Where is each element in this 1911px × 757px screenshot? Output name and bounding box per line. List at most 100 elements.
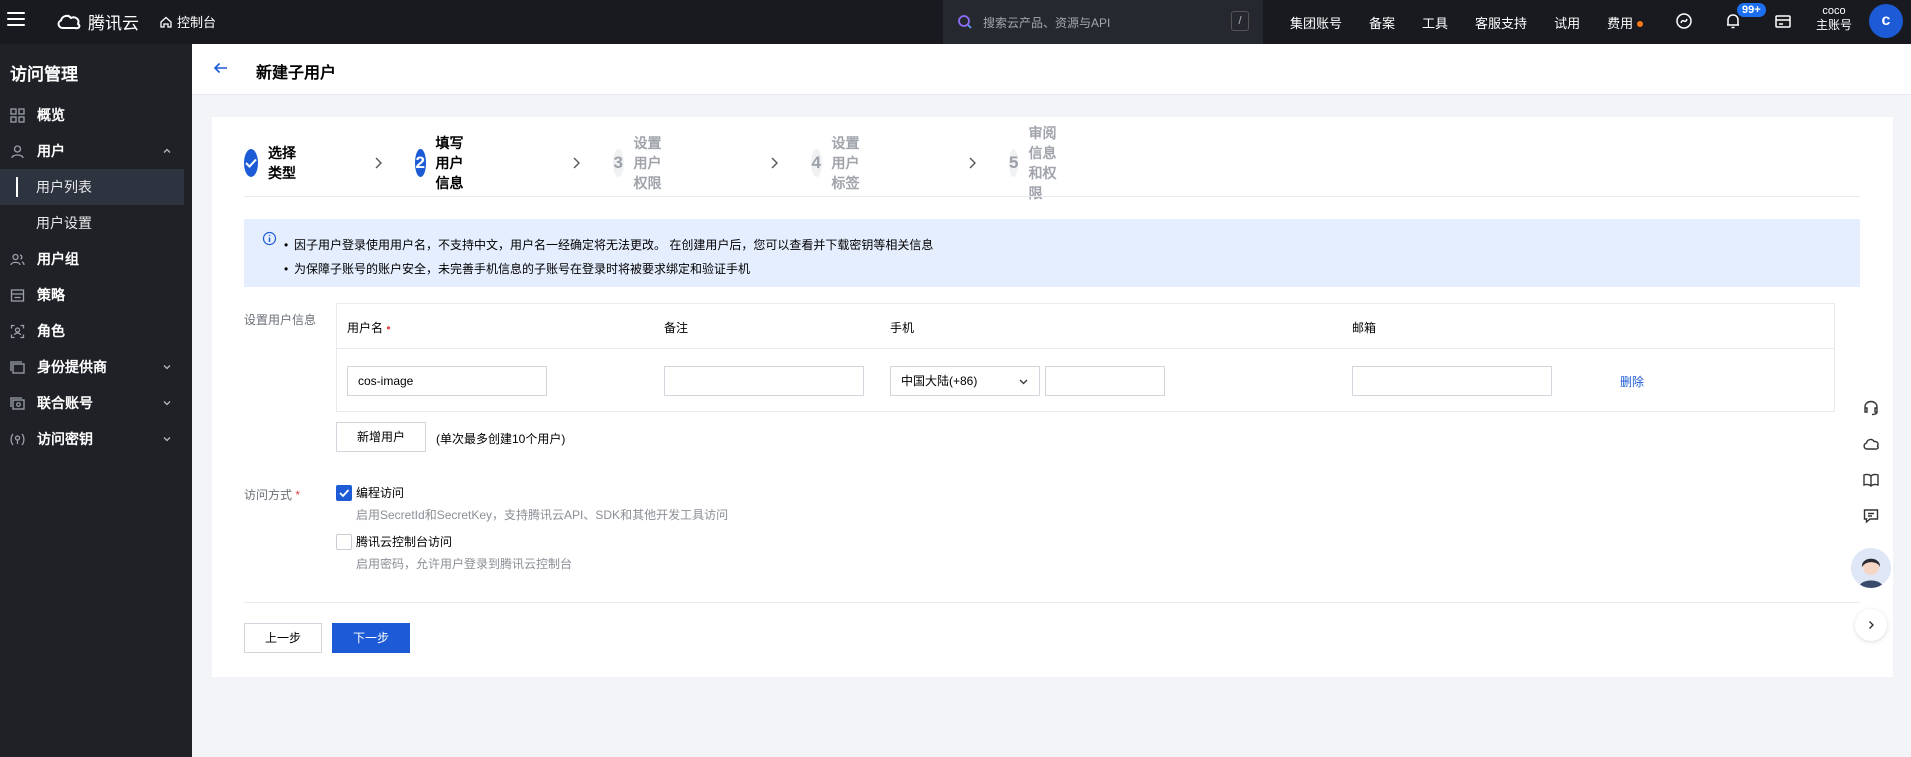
sidebar-item-user-settings[interactable]: 用户设置 xyxy=(0,205,192,241)
user-table: 用户名 • 备注 手机 邮箱 cos-image 中国大陆(+86) 删除 xyxy=(336,303,1835,412)
info-icon xyxy=(262,231,277,246)
sidebar-item-label: 用户列表 xyxy=(36,179,92,195)
sidebar-item-label: 身份提供商 xyxy=(37,359,107,375)
required-mark: • xyxy=(383,321,391,335)
sidebar-item-label: 联合账号 xyxy=(37,395,93,411)
info-text: 为保障子账号的账户安全，未完善手机信息的子账号在登录时将被要求绑定和验证手机 xyxy=(294,262,751,276)
sidebar-item-label: 概览 xyxy=(37,107,65,123)
console-access-checkbox[interactable] xyxy=(336,534,352,550)
phone-region-select[interactable]: 中国大陆(+86) xyxy=(890,366,1040,396)
avatar[interactable]: c xyxy=(1869,4,1903,38)
sidebar-item-role[interactable]: 角色 xyxy=(0,313,192,349)
email-input[interactable] xyxy=(1352,366,1552,396)
step-number: 2 xyxy=(415,149,426,177)
sidebar-item-federation[interactable]: 联合账号 xyxy=(0,385,192,421)
assistant-avatar[interactable] xyxy=(1851,548,1891,588)
console-label: 控制台 xyxy=(177,15,217,30)
programmatic-access-checkbox[interactable] xyxy=(336,485,352,501)
account-info[interactable]: coco 主账号 xyxy=(1816,4,1852,32)
headset-icon xyxy=(1864,400,1878,416)
grid-icon xyxy=(10,107,25,123)
divider xyxy=(244,602,1860,603)
user-icon xyxy=(11,144,24,158)
customer-service-button[interactable] xyxy=(1850,390,1892,426)
step-label: 设置用户标签 xyxy=(831,135,860,191)
sidebar-item-label: 用户设置 xyxy=(36,215,92,231)
sidebar-item-label: 策略 xyxy=(37,287,65,303)
phone-input[interactable] xyxy=(1045,366,1165,396)
notification-badge: 99+ xyxy=(1737,3,1766,17)
menu-icon[interactable] xyxy=(7,12,25,26)
console-access-label[interactable]: 腾讯云控制台访问 xyxy=(356,533,452,550)
nav-group-account[interactable]: 集团账号 xyxy=(1290,13,1342,32)
nav-tools[interactable]: 工具 xyxy=(1422,13,1448,32)
account-name: coco xyxy=(1822,5,1846,17)
nav-billing-label: 费用 xyxy=(1607,15,1634,31)
user-info-label: 设置用户信息 xyxy=(244,313,317,327)
nav-billing[interactable]: 费用 xyxy=(1607,13,1644,32)
sidebar-item-label: 用户组 xyxy=(37,251,79,267)
column-username: 用户名 • xyxy=(347,319,391,336)
sidebar-item-user-list[interactable]: 用户列表 xyxy=(0,169,184,205)
step-1: 选择类型 xyxy=(244,145,296,181)
nav-beian[interactable]: 备案 xyxy=(1369,13,1395,32)
content-card: 选择类型 2 填写用户信息 3 设置用户权限 4 设置用户标签 5 审阅信息和权… xyxy=(212,117,1893,677)
info-text: 因子用户登录使用用户名，不支持中文，用户名一经确定将无法更改。 在创建用户后，您… xyxy=(294,238,934,252)
brand-logo[interactable]: 腾讯云 xyxy=(56,9,139,34)
sidebar-item-policy[interactable]: 策略 xyxy=(0,277,192,313)
next-step-button[interactable]: 下一步 xyxy=(332,623,410,653)
top-nav: 集团账号 备案 工具 客服支持 试用 费用 xyxy=(1290,0,1670,44)
delete-row-link[interactable]: 删除 xyxy=(1620,373,1644,390)
add-user-hint: (单次最多创建10个用户) xyxy=(436,432,566,446)
federation-icon xyxy=(10,396,25,410)
book-icon xyxy=(1863,473,1879,487)
chevron-down-icon xyxy=(163,365,171,370)
chevron-right-icon xyxy=(771,157,778,169)
remark-input[interactable] xyxy=(664,366,864,396)
search-icon xyxy=(958,15,972,29)
column-phone: 手机 xyxy=(890,321,915,335)
sidebar-item-overview[interactable]: 概览 xyxy=(0,97,192,133)
step-label: 填写用户信息 xyxy=(435,135,464,191)
role-icon xyxy=(10,324,25,338)
username-input[interactable]: cos-image xyxy=(347,366,547,396)
feedback-icon xyxy=(1863,509,1879,524)
nav-trial[interactable]: 试用 xyxy=(1554,13,1580,32)
user-table-header: 用户名 • 备注 手机 邮箱 xyxy=(337,304,1834,349)
chevron-down-icon xyxy=(163,437,171,442)
back-arrow-icon[interactable] xyxy=(212,59,230,77)
feedback-button[interactable] xyxy=(1850,498,1892,534)
sidebar-item-label: 用户 xyxy=(37,143,65,159)
billing-card-icon[interactable] xyxy=(1774,12,1792,30)
global-search[interactable]: 搜索云产品、资源与API / xyxy=(943,0,1263,44)
check-circle-icon xyxy=(244,149,258,177)
page-title: 新建子用户 xyxy=(256,65,337,82)
prev-step-button[interactable]: 上一步 xyxy=(244,623,322,653)
add-user-button[interactable]: 新增用户 xyxy=(336,422,426,452)
chevron-right-icon xyxy=(1869,621,1874,629)
check-icon xyxy=(339,489,350,498)
console-access-desc: 启用密码，允许用户登录到腾讯云控制台 xyxy=(356,557,573,571)
divider xyxy=(244,196,1860,197)
step-number: 4 xyxy=(811,149,822,177)
programmatic-access-label[interactable]: 编程访问 xyxy=(356,484,404,501)
key-icon xyxy=(10,433,25,445)
console-link[interactable]: 控制台 xyxy=(159,12,216,31)
step-number: 5 xyxy=(1009,149,1019,177)
access-mode-text: 访问方式 xyxy=(244,488,293,502)
home-icon xyxy=(160,16,172,28)
sidebar-item-user[interactable]: 用户 xyxy=(0,133,192,169)
expand-toolbar-button[interactable] xyxy=(1855,609,1887,641)
sidebar-item-access-key[interactable]: 访问密钥 xyxy=(0,421,192,457)
step-5: 5 审阅信息和权限 xyxy=(1009,125,1061,201)
step-label: 审阅信息和权限 xyxy=(1028,125,1057,201)
docs-button[interactable] xyxy=(1850,462,1892,498)
sidebar-item-user-group[interactable]: 用户组 xyxy=(0,241,192,277)
chevron-right-icon xyxy=(969,157,976,169)
sidebar-item-idp[interactable]: 身份提供商 xyxy=(0,349,192,385)
ai-icon[interactable] xyxy=(1675,12,1693,30)
nav-support[interactable]: 客服支持 xyxy=(1475,13,1527,32)
assistant-avatar-icon xyxy=(1851,548,1891,588)
top-bar: 腾讯云 控制台 搜索云产品、资源与API / 集团账号 备案 工具 客服支持 试… xyxy=(0,0,1911,44)
cloud-button[interactable] xyxy=(1850,426,1892,462)
